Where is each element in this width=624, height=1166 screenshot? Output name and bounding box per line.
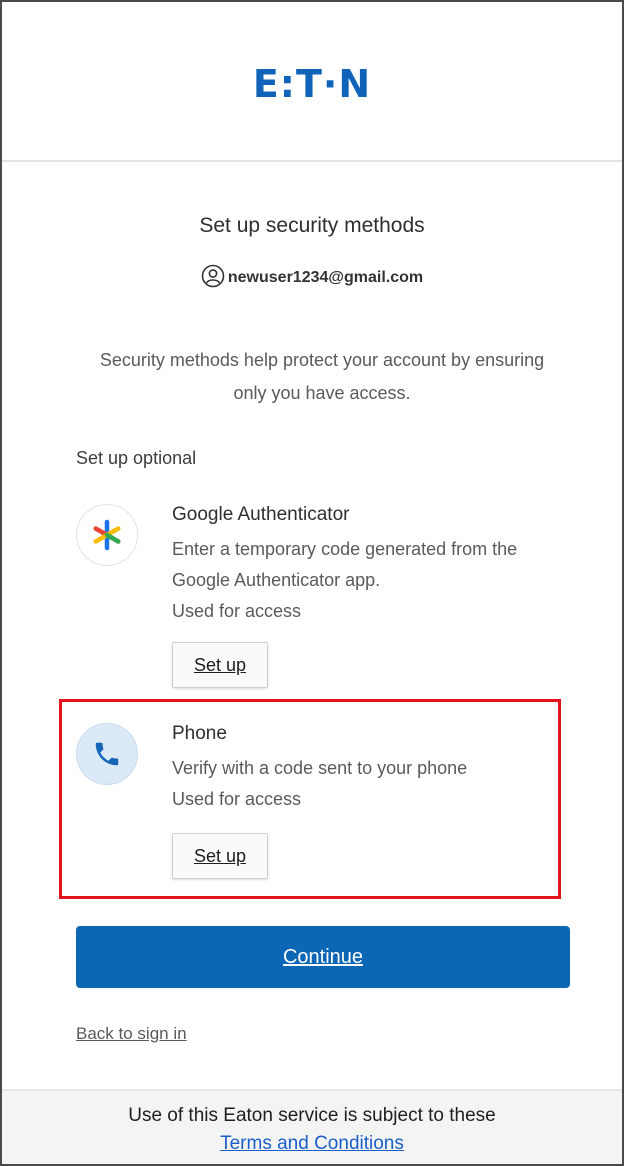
method-usage: Used for access: [172, 601, 302, 621]
back-to-sign-in-link[interactable]: Back to sign in: [76, 1024, 187, 1044]
google-authenticator-icon: [76, 504, 138, 566]
signin-card: E:T·N Set up security methods newuser123…: [0, 0, 624, 1166]
footer: Use of this Eaton service is subject to …: [2, 1089, 622, 1164]
method-google-authenticator: Google Authenticator Enter a temporary c…: [76, 504, 556, 694]
google-authenticator-setup-button[interactable]: Set up: [172, 642, 268, 688]
header: E:T·N: [2, 2, 622, 162]
phone-method-highlight: [59, 699, 561, 899]
continue-button[interactable]: Continue: [76, 926, 570, 988]
user-icon: [201, 264, 225, 288]
method-name: Google Authenticator: [172, 504, 350, 525]
method-description-text: Enter a temporary code generated from th…: [172, 539, 518, 590]
account-email: newuser1234@gmail.com: [227, 269, 424, 286]
section-label-optional: Set up optional: [76, 448, 197, 468]
footer-text: Use of this Eaton service is subject to …: [128, 1105, 496, 1126]
page-description: Security methods help protect your accou…: [99, 350, 545, 403]
eaton-logo: E:T·N: [252, 62, 372, 106]
account-identifier: newuser1234@gmail.com: [2, 264, 622, 288]
page-title: Set up security methods: [199, 214, 425, 237]
terms-and-conditions-link[interactable]: Terms and Conditions: [2, 1133, 622, 1155]
method-description: Enter a temporary code generated from th…: [172, 534, 562, 627]
